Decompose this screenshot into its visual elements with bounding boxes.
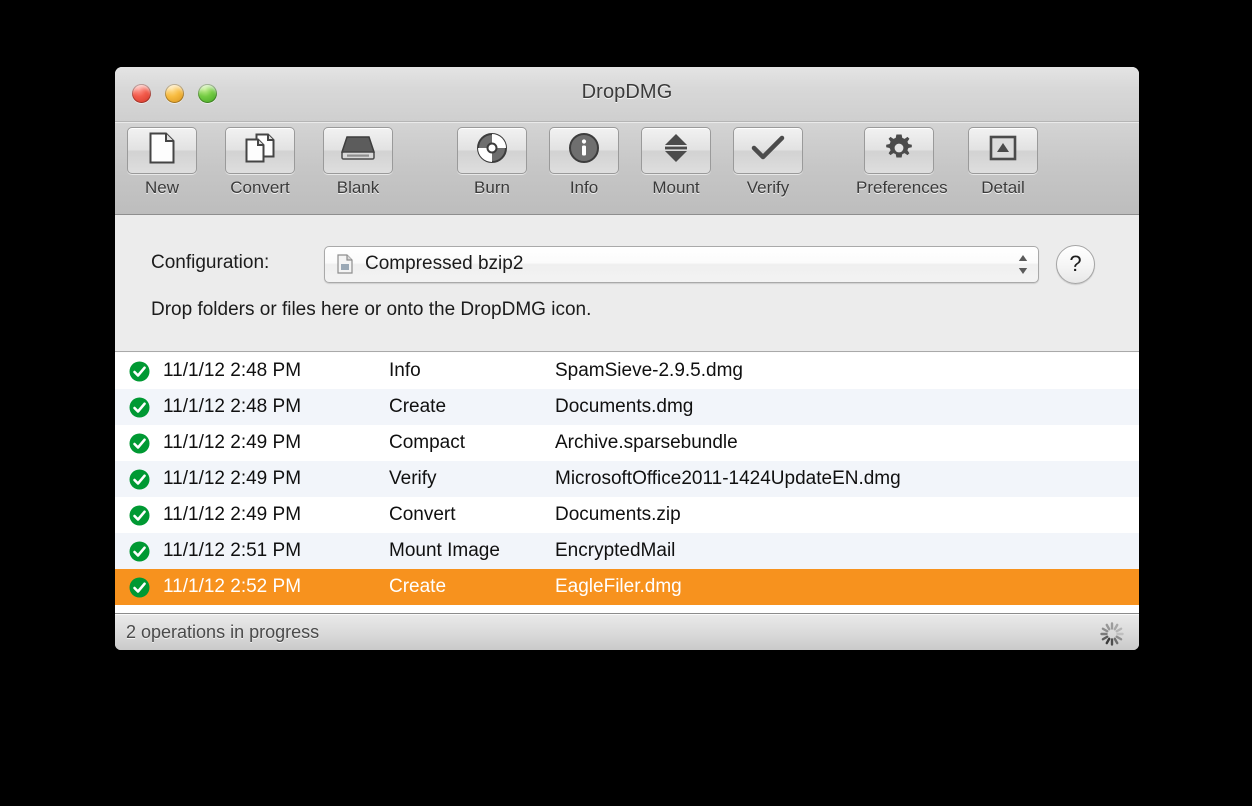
row-name: MicrosoftOffice2011-1424UpdateEN.dmg (555, 468, 901, 489)
row-status (115, 541, 163, 562)
burn-disc-icon (476, 132, 508, 169)
row-name: SpamSieve-2.9.5.dmg (555, 360, 743, 381)
toolbar-label-mount: Mount (652, 178, 700, 197)
row-name: Documents.dmg (555, 396, 694, 417)
toolbar-label-new: New (144, 178, 179, 197)
toolbar-item-blank[interactable]: Blank (315, 127, 401, 198)
row-status (115, 397, 163, 418)
status-message: 2 operations in progress (126, 622, 320, 642)
row-status (115, 361, 163, 382)
window-title: DropDMG (581, 81, 673, 103)
chevron-updown-icon (1016, 253, 1030, 276)
row-operation: Create (389, 396, 447, 417)
row-status (115, 577, 163, 598)
toolbar-item-verify[interactable]: Verify (725, 127, 811, 198)
row-status (115, 433, 163, 454)
success-check-icon (129, 361, 150, 382)
toolbar-item-new[interactable]: New (119, 127, 205, 198)
success-check-icon (129, 505, 150, 526)
row-time: 11/1/12 2:49 PM (163, 432, 302, 453)
dropdmg-window: DropDMG New Convert Blank Burn Info Moun… (115, 67, 1139, 650)
row-operation: Verify (389, 468, 437, 489)
row-status (115, 505, 163, 526)
blank-button[interactable] (323, 127, 393, 174)
toolbar-item-mount[interactable]: Mount (633, 127, 719, 198)
toolbar-label-verify: Verify (746, 178, 790, 197)
documents-copy-icon (244, 132, 276, 169)
toolbar-item-preferences[interactable]: Preferences (856, 127, 948, 198)
toolbar-item-info[interactable]: Info (541, 127, 627, 198)
disk-drive-icon (340, 135, 376, 166)
status-bar: 2 operations in progress (115, 613, 1139, 650)
window-titlebar: DropDMG (115, 67, 1139, 122)
toolbar-item-burn[interactable]: Burn (449, 127, 535, 198)
gear-icon (884, 133, 914, 168)
document-icon (337, 254, 353, 274)
configuration-pane: Configuration: Compressed bzip2 ? Drop f… (115, 215, 1139, 352)
toolbar-label-info: Info (569, 178, 599, 197)
detail-disclosure-icon (988, 135, 1018, 166)
table-row[interactable]: 11/1/12 2:48 PM Create Documents.dmg (115, 389, 1139, 425)
configuration-label: Configuration: (151, 252, 270, 273)
burn-button[interactable] (457, 127, 527, 174)
configuration-popup-button[interactable]: Compressed bzip2 (324, 246, 1039, 283)
row-time: 11/1/12 2:48 PM (163, 360, 302, 381)
row-name: Documents.zip (555, 504, 681, 525)
row-name: EagleFiler.dmg (555, 576, 682, 597)
row-operation: Compact (389, 432, 466, 453)
table-row[interactable]: 11/1/12 2:49 PM Convert Documents.zip (115, 497, 1139, 533)
info-button[interactable] (549, 127, 619, 174)
success-check-icon (129, 397, 150, 418)
row-time: 11/1/12 2:52 PM (163, 576, 302, 597)
table-row[interactable]: 11/1/12 2:49 PM Compact Archive.sparsebu… (115, 425, 1139, 461)
success-check-icon (129, 433, 150, 454)
row-operation: Info (389, 360, 421, 381)
table-row[interactable]: 11/1/12 2:51 PM Mount Image EncryptedMai… (115, 533, 1139, 569)
toolbar-label-preferences: Preferences (856, 178, 948, 197)
progress-spinner-icon (1099, 621, 1125, 647)
row-operation: Create (389, 576, 447, 597)
operations-log-table[interactable]: 11/1/12 2:48 PM Info SpamSieve-2.9.5.dmg… (115, 352, 1139, 613)
row-time: 11/1/12 2:51 PM (163, 540, 302, 561)
row-operation: Convert (389, 504, 456, 525)
table-row-selected[interactable]: 11/1/12 2:52 PM Create EagleFiler.dmg (115, 569, 1139, 605)
new-button[interactable] (127, 127, 197, 174)
configuration-selected-value: Compressed bzip2 (365, 253, 524, 274)
convert-button[interactable] (225, 127, 295, 174)
document-icon (148, 132, 176, 169)
table-row[interactable]: 11/1/12 2:49 PM Verify MicrosoftOffice20… (115, 461, 1139, 497)
success-check-icon (129, 469, 150, 490)
table-row[interactable]: 11/1/12 2:48 PM Info SpamSieve-2.9.5.dmg (115, 353, 1139, 389)
help-button[interactable]: ? (1056, 245, 1095, 284)
row-name: Archive.sparsebundle (555, 432, 738, 453)
toolbar-item-detail[interactable]: Detail (960, 127, 1046, 198)
toolbar-label-convert: Convert (230, 178, 290, 197)
row-time: 11/1/12 2:48 PM (163, 396, 302, 417)
row-status (115, 469, 163, 490)
success-check-icon (129, 577, 150, 598)
toolbar-label-detail: Detail (981, 178, 1025, 197)
detail-button[interactable] (968, 127, 1038, 174)
verify-button[interactable] (733, 127, 803, 174)
toolbar-label-blank: Blank (336, 178, 380, 197)
checkmark-icon (751, 134, 785, 167)
row-operation: Mount Image (389, 540, 500, 561)
row-time: 11/1/12 2:49 PM (163, 504, 302, 525)
main-toolbar: New Convert Blank Burn Info Mount Verify… (115, 122, 1139, 215)
toolbar-item-convert[interactable]: Convert (217, 127, 303, 198)
info-circle-icon (568, 132, 600, 169)
drop-target-hint: Drop folders or files here or onto the D… (151, 299, 592, 320)
mount-eject-icon (662, 132, 690, 169)
success-check-icon (129, 541, 150, 562)
row-time: 11/1/12 2:49 PM (163, 468, 302, 489)
preferences-button[interactable] (864, 127, 934, 174)
row-name: EncryptedMail (555, 540, 676, 561)
toolbar-label-burn: Burn (474, 178, 510, 197)
mount-button[interactable] (641, 127, 711, 174)
